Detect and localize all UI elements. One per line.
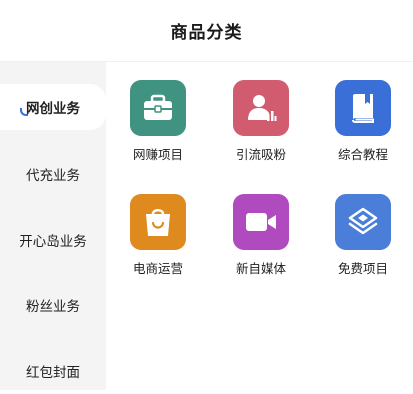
category-grid: 网赚项目 引流吸粉 综合教程 电商运营 新自媒体 免费项目	[106, 68, 413, 390]
category-mianfei[interactable]: 免费项目	[318, 194, 408, 294]
sidebar-item-label: 粉丝业务	[26, 299, 80, 315]
user-chart-icon	[233, 80, 289, 136]
sidebar-item-label: 代充业务	[26, 168, 80, 184]
book-icon	[335, 80, 391, 136]
category-label: 新自媒体	[235, 261, 286, 276]
video-camera-icon	[233, 194, 289, 250]
category-label: 免费项目	[337, 261, 388, 276]
category-jiaocheng[interactable]: 综合教程	[318, 80, 408, 180]
shopping-bag-icon	[130, 194, 186, 250]
category-wangzhuan[interactable]: 网赚项目	[113, 80, 203, 180]
category-yinliu[interactable]: 引流吸粉	[216, 80, 306, 180]
sidebar-item-fensi[interactable]: 粉丝业务	[0, 282, 106, 328]
sidebar-item-label: 红包封面	[26, 365, 80, 381]
sidebar-item-hongbao[interactable]: 红包封面	[0, 348, 106, 394]
category-label: 引流吸粉	[235, 147, 286, 162]
page-header: 商品分类	[0, 0, 413, 62]
sidebar-item-wangchuang[interactable]: 网创业务	[0, 84, 106, 130]
category-dianshang[interactable]: 电商运营	[113, 194, 203, 294]
sidebar-item-kaixindao[interactable]: 开心岛业务	[0, 217, 106, 263]
sidebar-item-daichong[interactable]: 代充业务	[0, 151, 106, 197]
category-label: 电商运营	[132, 261, 183, 276]
layers-icon	[335, 194, 391, 250]
category-label: 综合教程	[337, 147, 388, 162]
sidebar-item-label: 网创业务	[26, 101, 80, 117]
category-label: 网赚项目	[132, 147, 183, 162]
sidebar-item-label: 开心岛业务	[19, 234, 87, 250]
briefcase-icon	[130, 80, 186, 136]
category-zimeiti[interactable]: 新自媒体	[216, 194, 306, 294]
page-title: 商品分类	[170, 23, 243, 43]
active-indicator-icon	[20, 108, 28, 116]
category-sidebar: 网创业务 代充业务 开心岛业务 粉丝业务 红包封面	[0, 62, 106, 390]
